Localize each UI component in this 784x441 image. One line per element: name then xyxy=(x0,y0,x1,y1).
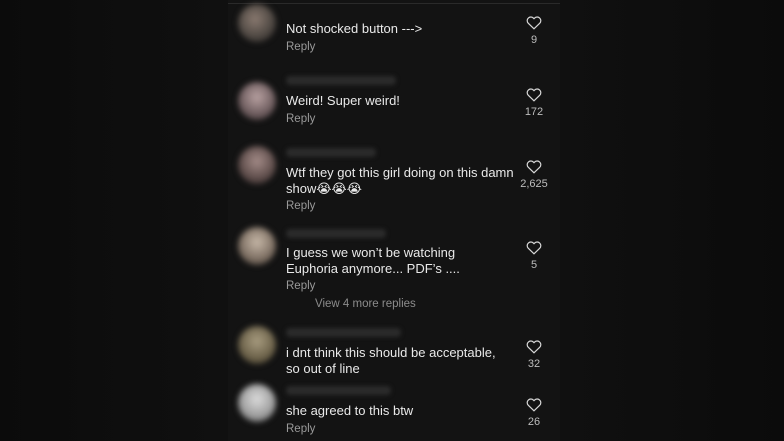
like-button[interactable]: 2,625 xyxy=(517,159,551,190)
reply-button[interactable]: Reply xyxy=(286,200,315,212)
view-more-replies-button[interactable]: View 4 more replies xyxy=(315,298,416,310)
like-button[interactable]: 32 xyxy=(517,339,551,370)
like-button[interactable]: 172 xyxy=(517,87,551,118)
heart-outline-icon xyxy=(526,16,542,30)
heart-outline-icon xyxy=(526,160,542,174)
divider xyxy=(228,3,560,4)
username[interactable] xyxy=(286,386,391,395)
reply-button[interactable]: Reply xyxy=(286,113,315,125)
reply-button[interactable]: Reply xyxy=(286,280,315,292)
reply-button[interactable]: Reply xyxy=(286,41,315,53)
heart-outline-icon xyxy=(526,88,542,102)
heart-outline-icon xyxy=(526,340,542,354)
comment-text: Wtf they got this girl doing on this dam… xyxy=(286,165,514,196)
like-count: 5 xyxy=(530,259,538,271)
like-button[interactable]: 5 xyxy=(517,240,551,271)
reply-button[interactable]: Reply xyxy=(286,423,315,435)
like-count: 2,625 xyxy=(520,178,548,190)
avatar[interactable] xyxy=(238,146,276,184)
comment-text: she agreed to this btw xyxy=(286,403,414,418)
like-count: 9 xyxy=(530,34,538,46)
like-button[interactable]: 9 xyxy=(517,15,551,46)
comment-text: Weird! Super weird! xyxy=(286,93,400,108)
comment-text: i dnt think this should be acceptable, s… xyxy=(286,345,496,376)
username[interactable] xyxy=(286,148,376,157)
username[interactable] xyxy=(286,328,401,337)
avatar[interactable] xyxy=(238,4,276,42)
avatar[interactable] xyxy=(238,82,276,120)
comment-text: I guess we won’t be watching Euphoria an… xyxy=(286,245,460,276)
like-count: 26 xyxy=(527,416,541,428)
like-count: 32 xyxy=(527,358,541,370)
left-backdrop xyxy=(0,0,228,441)
right-backdrop xyxy=(560,0,784,441)
like-count: 172 xyxy=(524,106,544,118)
avatar[interactable] xyxy=(238,227,276,265)
heart-outline-icon xyxy=(526,241,542,255)
avatar[interactable] xyxy=(238,384,276,422)
like-button[interactable]: 26 xyxy=(517,397,551,428)
username[interactable] xyxy=(286,229,386,238)
heart-outline-icon xyxy=(526,398,542,412)
username[interactable] xyxy=(286,76,396,85)
comments-panel: Not shocked button ---> Reply 9 Weird! S… xyxy=(228,0,560,441)
avatar[interactable] xyxy=(238,326,276,364)
comment-text: Not shocked button ---> xyxy=(286,21,423,36)
